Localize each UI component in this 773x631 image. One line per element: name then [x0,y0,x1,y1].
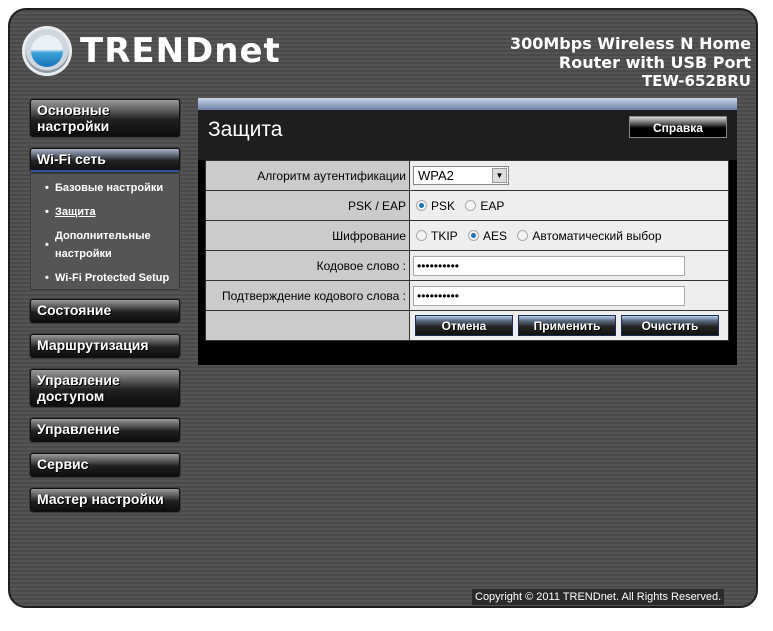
form-row-confirm: Подтверждение кодового слова : •••••••••… [205,280,729,311]
product-line-1: 300Mbps Wireless N Home [509,34,751,53]
radio-eap-label: EAP [480,198,505,213]
panel-header: Защита Справка [198,110,737,160]
clear-button[interactable]: Очистить [621,315,719,336]
form-row-cipher: Шифрование TKIP AES Автоматический выбор [205,220,729,251]
sidebar-item-wizard[interactable]: Мастер настройки [30,488,180,512]
product-model: TEW-652BRU [641,72,751,90]
form-row-auth: Алгоритм аутентификации WPA2 ▼ [205,160,729,191]
apply-button[interactable]: Применить [518,315,616,336]
trendnet-logo: TRENDnet [22,26,281,76]
sidebar-item-routing[interactable]: Маршрутизация [30,334,180,358]
radio-auto[interactable] [517,230,529,242]
radio-psk[interactable] [416,200,427,212]
sidebar-item-management[interactable]: Управление [30,418,180,442]
passphrase-label: Кодовое слово : [205,250,410,281]
radio-eap[interactable] [465,200,477,212]
submenu-item-wps[interactable]: • Wi-Fi Protected Setup [45,269,169,287]
panel-top-bar [198,98,737,110]
sidebar-item-basic-settings[interactable]: Основные настройки [30,99,180,137]
confirm-label: Подтверждение кодового слова : [205,280,410,311]
radio-aes-label: AES [483,228,508,243]
product-line-2: Router with USB Port [558,53,751,72]
help-button[interactable]: Справка [629,116,727,138]
submenu-item-advanced[interactable]: • Дополнительные настройки [45,227,165,263]
main-panel: Защита Справка Алгоритм аутентификации W… [198,98,737,365]
logo-icon [22,26,72,76]
product-description: 300Mbps Wireless N Home Router with USB … [510,34,751,91]
sidebar-item-access-control[interactable]: Управление доступом [30,369,180,407]
security-form: Алгоритм аутентификации WPA2 ▼ PSK / EAP… [205,160,729,341]
cancel-button[interactable]: Отмена [415,315,513,336]
submenu-item-security[interactable]: • Защита [45,203,96,221]
form-row-actions: Отмена Применить Очистить [205,310,729,341]
radio-tkip-label: TKIP [431,228,458,243]
radio-aes[interactable] [468,230,480,242]
sidebar-item-tools[interactable]: Сервис [30,453,180,477]
sidebar-item-status[interactable]: Состояние [30,299,180,323]
sidebar-item-wifi[interactable]: Wi-Fi сеть [30,148,180,172]
wifi-submenu: • Базовые настройки • Защита • Дополнительн… [30,173,180,290]
submenu-item-basic[interactable]: • Базовые настройки [45,179,163,197]
pskeap-label: PSK / EAP [205,190,410,221]
copyright-text: Copyright © 2011 TRENDnet. All Rights Re… [472,589,725,605]
cipher-label: Шифрование [205,220,410,251]
form-row-passphrase: Кодовое слово : •••••••••• [205,250,729,281]
form-row-pskeap: PSK / EAP PSK EAP [205,190,729,221]
radio-psk-label: PSK [431,198,456,213]
passphrase-input[interactable]: •••••••••• [413,255,685,276]
radio-tkip[interactable] [416,230,427,242]
confirm-passphrase-input[interactable]: •••••••••• [413,285,685,306]
auth-select[interactable]: WPA2 ▼ [413,166,509,185]
chevron-down-icon[interactable]: ▼ [492,168,507,183]
radio-auto-label: Автоматический выбор [532,228,662,243]
auth-select-value: WPA2 [418,168,454,183]
page-title: Защита [208,118,283,141]
brand-name: TRENDnet [80,31,281,71]
auth-label: Алгоритм аутентификации [205,160,410,191]
